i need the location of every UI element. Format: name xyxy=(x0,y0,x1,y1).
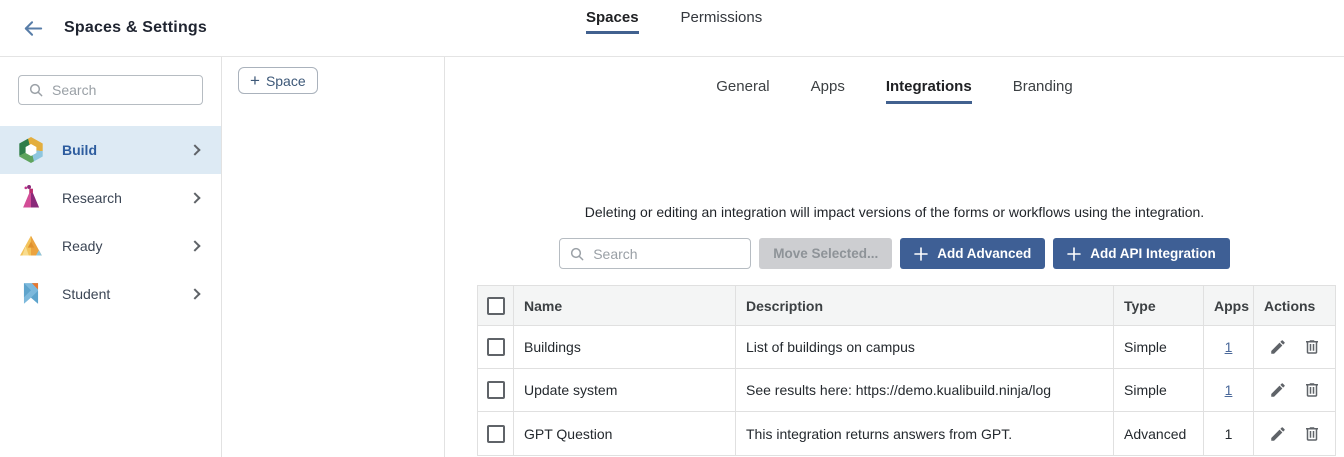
plus-icon xyxy=(914,246,929,261)
row-checkbox[interactable] xyxy=(486,424,505,443)
sidebar-item-label: Student xyxy=(62,286,111,302)
row-checkbox[interactable] xyxy=(486,338,505,356)
delete-trash-icon[interactable] xyxy=(1303,338,1321,356)
apps-count: 1 xyxy=(1224,425,1233,442)
chevron-right-icon xyxy=(189,192,201,204)
space-list: Build Research Ready Student xyxy=(0,126,221,318)
select-all-checkbox[interactable] xyxy=(486,296,505,315)
integrations-table: Name Description Type Apps Actions Build… xyxy=(477,285,1336,456)
table-row: GPT Question This integration returns an… xyxy=(478,412,1335,455)
sidebar-item-student[interactable]: Student xyxy=(0,270,221,318)
move-selected-button[interactable]: Move Selected... xyxy=(759,238,893,269)
student-bookmark-icon xyxy=(18,281,44,307)
column-header-actions: Actions xyxy=(1264,297,1316,314)
apps-count-link[interactable]: 1 xyxy=(1225,382,1233,398)
top-bar: Spaces & Settings Spaces Permissions xyxy=(0,0,1344,57)
chevron-right-icon xyxy=(189,240,201,252)
table-row: Update system See results here: https://… xyxy=(478,369,1335,412)
integration-type: Simple xyxy=(1114,369,1204,411)
edit-pencil-icon[interactable] xyxy=(1269,425,1287,443)
search-icon xyxy=(569,246,585,262)
tab-general[interactable]: General xyxy=(716,78,769,104)
add-advanced-button[interactable]: Add Advanced xyxy=(900,238,1046,269)
edit-pencil-icon[interactable] xyxy=(1269,338,1287,356)
sidebar-item-label: Build xyxy=(62,142,97,158)
apps-count-link[interactable]: 1 xyxy=(1225,339,1233,355)
table-row: Buildings List of buildings on campus Si… xyxy=(478,326,1335,369)
tab-integrations[interactable]: Integrations xyxy=(885,78,972,104)
table-header-row: Name Description Type Apps Actions xyxy=(478,286,1335,326)
integration-description: List of buildings on campus xyxy=(736,326,1114,368)
column-header-apps: Apps xyxy=(1204,286,1254,325)
column-header-name: Name xyxy=(514,286,736,325)
integration-warning-text: Deleting or editing an integration will … xyxy=(584,204,1205,220)
chevron-right-icon xyxy=(189,288,201,300)
integration-search-input[interactable] xyxy=(593,245,742,262)
column-header-description: Description xyxy=(736,286,1114,325)
integration-description: This integration returns answers from GP… xyxy=(736,412,1114,455)
integration-search-box xyxy=(559,238,752,269)
row-checkbox[interactable] xyxy=(486,381,505,399)
add-space-label: Space xyxy=(265,72,306,89)
sidebar-item-label: Research xyxy=(62,190,122,206)
settings-tab-bar: General Apps Integrations Branding xyxy=(445,78,1344,104)
integration-description: See results here: https://demo.kualibuil… xyxy=(736,369,1114,411)
tab-branding[interactable]: Branding xyxy=(1013,78,1073,104)
sidebar-search-box xyxy=(18,75,203,105)
sidebar-search-input[interactable] xyxy=(52,82,193,98)
tab-spaces[interactable]: Spaces xyxy=(586,0,639,34)
delete-trash-icon[interactable] xyxy=(1303,381,1321,399)
integration-controls: Move Selected... Add Advanced Add API In… xyxy=(445,238,1344,269)
sidebar-item-research[interactable]: Research xyxy=(0,174,221,222)
settings-content: General Apps Integrations Branding Delet… xyxy=(445,57,1344,457)
sidebar-item-label: Ready xyxy=(62,238,103,254)
build-hexagon-icon xyxy=(19,137,43,163)
edit-pencil-icon[interactable] xyxy=(1269,381,1287,399)
add-api-integration-button[interactable]: Add API Integration xyxy=(1053,238,1230,269)
sidebar-item-ready[interactable]: Ready xyxy=(0,222,221,270)
integration-name: GPT Question xyxy=(514,412,736,455)
back-arrow-icon xyxy=(22,17,45,40)
column-header-type: Type xyxy=(1114,286,1204,325)
tab-apps[interactable]: Apps xyxy=(811,78,845,104)
page-title: Spaces & Settings xyxy=(64,19,208,36)
integration-type: Advanced xyxy=(1114,412,1204,455)
search-icon xyxy=(28,82,44,98)
sidebar-item-build[interactable]: Build xyxy=(0,126,221,174)
chevron-right-icon xyxy=(189,144,201,156)
ready-mountain-icon xyxy=(18,233,44,259)
integration-name: Update system xyxy=(514,369,736,411)
integration-type: Simple xyxy=(1114,326,1204,368)
delete-trash-icon[interactable] xyxy=(1303,425,1321,443)
back-button[interactable] xyxy=(16,11,50,45)
research-flask-icon xyxy=(18,185,44,211)
plus-icon: + xyxy=(250,70,260,90)
add-space-button[interactable]: + Space xyxy=(238,67,318,94)
space-tree-panel: + Space xyxy=(222,57,445,457)
spaces-sidebar: Build Research xyxy=(0,57,222,457)
integration-name: Buildings xyxy=(514,326,736,368)
top-tab-bar: Spaces Permissions xyxy=(586,0,762,57)
plus-icon xyxy=(1067,246,1082,261)
tab-permissions[interactable]: Permissions xyxy=(681,0,763,34)
